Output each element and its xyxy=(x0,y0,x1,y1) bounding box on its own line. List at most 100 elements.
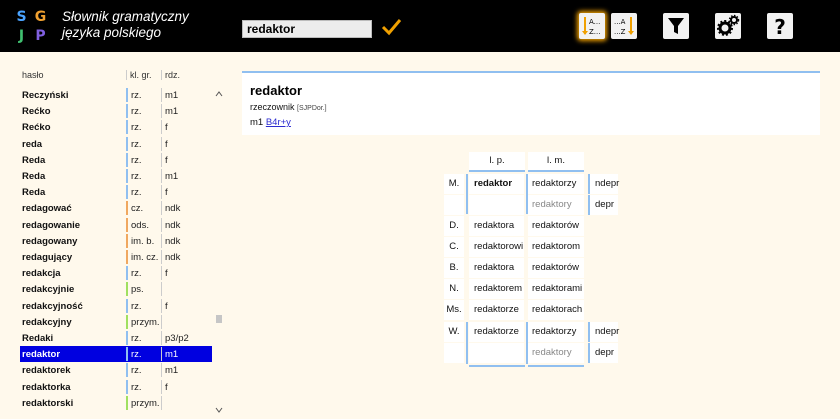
list-item[interactable]: Reda rz. f xyxy=(20,184,212,200)
list-item-headword: Reczyński xyxy=(22,90,69,101)
list-item-class: rz. xyxy=(131,171,142,182)
list-item-divider xyxy=(161,282,162,297)
search-input[interactable]: redaktor xyxy=(242,20,372,38)
list-item[interactable]: reda rz. f xyxy=(20,136,212,152)
list-item-headword: redagowany xyxy=(22,235,78,247)
list-item-divider xyxy=(161,217,162,232)
svg-text:?: ? xyxy=(774,15,786,39)
list-item-gender: f xyxy=(165,122,168,134)
list-item-class-marker xyxy=(126,395,128,410)
column-plural: l. m. xyxy=(528,152,584,172)
singular-form: redaktorowi xyxy=(469,237,524,257)
list-item-class: im. cz. xyxy=(131,252,159,263)
list-item-class: rz. xyxy=(131,106,142,118)
entry-lemma: redaktor xyxy=(250,83,303,98)
list-item[interactable]: Reda rz. f xyxy=(20,152,212,168)
singular-form: redaktora xyxy=(469,216,524,236)
list-item-headword: Reda xyxy=(22,154,46,166)
list-item[interactable]: redaktor rz. m1 xyxy=(20,346,212,363)
list-item-gender: m1 xyxy=(165,106,179,118)
column-header-headword[interactable]: hasło xyxy=(22,70,44,80)
list-item-class-marker xyxy=(126,298,128,313)
help-button[interactable]: ? xyxy=(767,13,793,39)
sort-za-bottom-text: ...Z xyxy=(614,28,626,36)
column-header-gender[interactable]: rdz. xyxy=(161,70,180,80)
plural-form: redaktorami xyxy=(528,279,584,299)
logo-letter-p: P xyxy=(32,28,49,45)
list-item-gender: ndk xyxy=(165,252,181,263)
sort-az-bottom-text: Z... xyxy=(589,28,600,36)
sort-az-top-text: A... xyxy=(589,18,600,26)
sort-za-top-text: ...A xyxy=(614,18,626,26)
list-item-divider xyxy=(161,136,162,151)
list-item-class-marker xyxy=(126,282,128,297)
case-label: B. xyxy=(444,258,464,278)
list-scrollbar[interactable] xyxy=(215,90,223,414)
row-group-line xyxy=(466,322,468,364)
entry-grammar: m1 B4r+y xyxy=(250,117,291,128)
list-item-class: rz. xyxy=(131,333,142,344)
list-item-class: rz. xyxy=(131,381,142,393)
list-item-divider xyxy=(161,266,162,281)
row-group-line xyxy=(526,322,528,364)
list-item-gender: f xyxy=(165,268,168,280)
singular-form: redaktora xyxy=(469,258,524,278)
list-item-divider xyxy=(161,201,162,216)
list-item-class: rz. xyxy=(131,122,142,134)
list-item-class-marker xyxy=(126,185,128,200)
scrollbar-thumb[interactable] xyxy=(216,315,222,323)
sort-reverse-button[interactable]: ...A ...Z xyxy=(611,13,637,39)
plural-form: redaktorzy xyxy=(528,174,584,194)
list-item-headword: redaktor xyxy=(22,349,61,361)
list-item-class-marker xyxy=(126,266,128,281)
list-item-class-marker xyxy=(126,120,128,135)
list-item[interactable]: Redaki rz. p3/p2 xyxy=(20,330,212,346)
table-bottom-line xyxy=(528,365,584,367)
singular-form-empty xyxy=(469,195,524,215)
form-qualifier: ndepr xyxy=(588,322,619,342)
plural-form: redaktorach xyxy=(528,300,584,320)
list-item[interactable]: Rećko rz. f xyxy=(20,119,212,135)
list-item-class: rz. xyxy=(131,349,142,361)
settings-button[interactable] xyxy=(715,13,741,39)
list-item[interactable]: redakcyjny przym. xyxy=(20,314,212,330)
list-item[interactable]: Rećko rz. m1 xyxy=(20,103,212,119)
list-item-class-marker xyxy=(126,250,128,264)
list-item-class: rz. xyxy=(131,90,142,101)
column-header-class[interactable]: kl. gr. xyxy=(126,70,152,80)
list-item[interactable]: redagujący im. cz. ndk xyxy=(20,249,212,265)
list-item-gender: f xyxy=(165,300,168,312)
list-item-class: rz. xyxy=(131,365,142,377)
plural-form: redaktory xyxy=(528,195,584,215)
plural-form: redaktorów xyxy=(528,258,584,278)
filter-button[interactable] xyxy=(663,13,689,39)
list-item[interactable]: redakcyjnie ps. xyxy=(20,281,212,297)
app-title-line1: Słownik gramatyczny xyxy=(62,9,189,24)
list-item-class-marker xyxy=(126,331,128,345)
list-item[interactable]: redakcyjność rz. f xyxy=(20,298,212,314)
list-item[interactable]: Reczyński rz. m1 xyxy=(20,87,212,103)
list-item-divider xyxy=(161,331,162,345)
list-item[interactable]: Reda rz. m1 xyxy=(20,168,212,184)
list-item[interactable]: redaktorka rz. f xyxy=(20,379,212,395)
list-item[interactable]: redaktorski przym. xyxy=(20,395,212,411)
list-item-headword: redakcyjność xyxy=(22,300,83,312)
list-item-class-marker xyxy=(126,88,128,102)
list-item[interactable]: redagować cz. ndk xyxy=(20,200,212,216)
entry-pos: rzeczownik [SJPDor.] xyxy=(250,102,327,112)
list-item-class-marker xyxy=(126,363,128,378)
list-item-divider xyxy=(161,185,162,200)
entry-pattern-link[interactable]: B4r+y xyxy=(266,117,291,128)
sort-a-z-button[interactable]: A... Z... xyxy=(579,13,605,39)
logo-letter-g: G xyxy=(32,9,49,26)
list-item[interactable]: redaktorek rz. m1 xyxy=(20,362,212,378)
sort-ascending-icon: A... Z... xyxy=(582,17,600,36)
list-item-headword: redagować xyxy=(22,203,72,215)
list-item-divider xyxy=(161,314,162,329)
list-item[interactable]: redakcja rz. f xyxy=(20,265,212,281)
table-bottom-line xyxy=(469,365,525,367)
app-logo[interactable]: S G J P xyxy=(13,9,49,45)
list-item[interactable]: redagowany im. b. ndk xyxy=(20,233,212,249)
search-submit-check-icon[interactable] xyxy=(380,16,402,38)
list-item[interactable]: redagowanie ods. ndk xyxy=(20,217,212,233)
